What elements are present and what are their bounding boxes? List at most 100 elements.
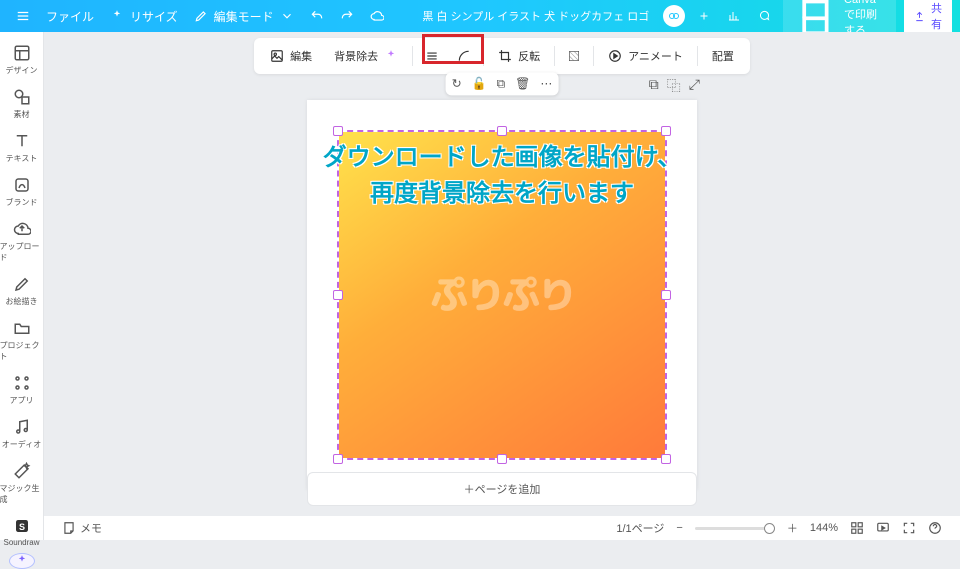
more-icon[interactable]: ⋯ [540, 76, 552, 91]
grid-view-button[interactable] [844, 521, 870, 535]
sidebar-item-brand[interactable]: ブランド [0, 170, 44, 214]
resize-handle-s[interactable] [497, 454, 507, 464]
resize-menu[interactable]: リサイズ [102, 8, 186, 25]
edit-image-button[interactable]: 編集 [260, 42, 322, 70]
resize-handle-e[interactable] [661, 290, 671, 300]
magic-write-fab[interactable] [9, 553, 35, 569]
resize-handle-se[interactable] [661, 454, 671, 464]
line-style-button[interactable] [417, 43, 447, 69]
share-button[interactable]: 共有 [904, 0, 952, 36]
notes-label: メモ [80, 520, 102, 536]
flip-button[interactable]: 反転 [488, 42, 550, 70]
draw-icon [13, 275, 31, 293]
cloud-check-icon [370, 9, 384, 23]
animate-button[interactable]: アニメート [598, 42, 693, 70]
sidebar-item-label: デザイン [6, 65, 38, 76]
share-label: 共有 [931, 0, 942, 32]
layout-icon [13, 44, 31, 62]
editor-main: 編集 背景除去 反転 アニメート 配置 ⧉ ⿻ ⤢ ↻ [44, 32, 960, 516]
present-icon [876, 521, 890, 535]
analytics-button[interactable] [723, 5, 745, 27]
resize-handle-sw[interactable] [333, 454, 343, 464]
page-duplicate-icon[interactable]: ⿻ [667, 76, 681, 96]
sidebar: デザイン 素材 テキスト ブランド アップロード お絵描き プロジェクト アプリ… [0, 32, 44, 540]
share-icon [914, 11, 925, 22]
present-button[interactable] [870, 521, 896, 535]
separator [412, 46, 413, 66]
sidebar-item-label: ブランド [6, 197, 38, 208]
wand-icon [13, 462, 31, 480]
zoom-out-button[interactable]: − [670, 522, 688, 534]
position-button[interactable]: 配置 [702, 42, 744, 70]
text-icon [13, 132, 31, 150]
bg-remove-button[interactable]: 背景除去 [324, 42, 408, 70]
comment-icon [758, 10, 770, 22]
link-account-button[interactable] [663, 5, 685, 27]
selected-image-frame[interactable]: ぷりぷり [337, 130, 667, 460]
page-indicator[interactable]: 1/1ページ [610, 520, 670, 536]
comments-button[interactable] [753, 5, 775, 27]
separator [593, 46, 594, 66]
sidebar-item-label: オーディオ [2, 439, 41, 450]
swap-icon[interactable]: ↻ [452, 76, 462, 91]
sidebar-item-apps[interactable]: アプリ [0, 368, 44, 412]
sidebar-item-design[interactable]: デザイン [0, 38, 44, 82]
element-floating-toolbar: ↻ 🔓 ⧉ 🗑 ⋯ [446, 72, 559, 95]
sparkle-icon [110, 9, 124, 23]
sidebar-item-label: プロジェクト [0, 340, 44, 362]
corner-arc-button[interactable] [449, 43, 479, 69]
zoom-slider-knob[interactable] [764, 523, 775, 534]
sidebar-item-elements[interactable]: 素材 [0, 82, 44, 126]
document-title[interactable]: 黒 白 シンプル イラスト 犬 ドッグカフェ ロゴ [422, 8, 649, 24]
edit-mode-menu[interactable]: 編集モード [186, 8, 302, 25]
notes-button[interactable]: メモ [56, 520, 108, 536]
top-bar: ファイル リサイズ 編集モード 黒 白 シンプル イラスト 犬 ドッグカフェ ロ… [0, 0, 960, 32]
sidebar-item-text[interactable]: テキスト [0, 126, 44, 170]
help-button[interactable] [922, 521, 948, 535]
sidebar-item-projects[interactable]: プロジェクト [0, 313, 44, 368]
add-collab-button[interactable] [693, 5, 715, 27]
sidebar-item-draw[interactable]: お絵描き [0, 269, 44, 313]
trash-icon[interactable]: 🗑 [515, 76, 530, 91]
transparency-button[interactable] [559, 43, 589, 69]
image-icon [270, 49, 284, 63]
edit-mode-label: 編集モード [214, 8, 274, 25]
page-add-icon[interactable]: ⧉ [649, 76, 659, 96]
upload-icon [13, 220, 31, 238]
page-expand-icon[interactable]: ⤢ [689, 76, 700, 96]
selected-image[interactable]: ぷりぷり [339, 132, 665, 458]
design-page[interactable]: ↻ 🔓 ⧉ 🗑 ⋯ ぷりぷり [307, 100, 697, 490]
zoom-in-button[interactable]: ＋ [781, 520, 804, 536]
fullscreen-button[interactable] [896, 521, 922, 535]
zoom-value[interactable]: 144% [804, 522, 844, 534]
sidebar-item-soundraw[interactable]: SSoundraw [0, 511, 44, 553]
sparkle-icon [384, 49, 398, 63]
lock-icon[interactable]: 🔓 [472, 76, 487, 91]
resize-handle-nw[interactable] [333, 126, 343, 136]
separator [483, 46, 484, 66]
undo-button[interactable] [302, 9, 332, 23]
sidebar-item-audio[interactable]: オーディオ [0, 412, 44, 456]
zoom-slider[interactable] [695, 527, 775, 530]
shapes-icon [13, 88, 31, 106]
pencil-icon [194, 9, 208, 23]
sidebar-item-magic[interactable]: マジック生成 [0, 456, 44, 511]
redo-button[interactable] [332, 9, 362, 23]
crop-icon [498, 49, 512, 63]
redo-icon [340, 9, 354, 23]
note-icon [62, 521, 76, 535]
sidebar-item-upload[interactable]: アップロード [0, 214, 44, 269]
sidebar-item-label: マジック生成 [0, 483, 44, 505]
resize-handle-ne[interactable] [661, 126, 671, 136]
sidebar-item-label: Soundraw [3, 538, 39, 547]
plus-icon [698, 10, 710, 22]
file-menu[interactable]: ファイル [38, 8, 102, 25]
duplicate-icon[interactable]: ⧉ [497, 76, 506, 91]
resize-handle-w[interactable] [333, 290, 343, 300]
folder-icon [13, 319, 31, 337]
add-page-button[interactable]: ＋ページを追加 [307, 472, 697, 506]
grid-icon [850, 521, 864, 535]
fullscreen-icon [902, 521, 916, 535]
resize-handle-n[interactable] [497, 126, 507, 136]
hamburger-menu[interactable] [8, 9, 38, 23]
